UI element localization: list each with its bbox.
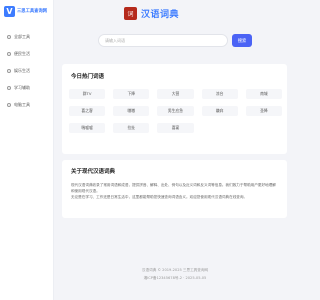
grid-icon xyxy=(7,34,11,39)
search-button[interactable]: 搜索 xyxy=(232,34,252,47)
smile-icon xyxy=(7,68,11,73)
about-card: 关于现代汉语词典 现代汉语词典收录了常用词语和成语，提供拼音、解释、出处、例句以… xyxy=(62,160,287,218)
hot-word-chip[interactable]: 大营 xyxy=(157,89,194,99)
about-description: 现代汉语词典收录了常用词语和成语，提供拼音、解释、出处、例句以及近义词和反义词等… xyxy=(71,182,279,201)
sidebar-item-study[interactable]: 学习辅助 xyxy=(0,79,54,96)
about-paragraph: 无论是在学习、工作还是日常生活中，这里都能帮助您快速查询词语含义。欢迎您使用现代… xyxy=(71,195,248,200)
hot-word-chip[interactable]: 喜宴 xyxy=(157,123,194,133)
site-name: 三思工具查询网 xyxy=(17,9,48,14)
hot-word-chip[interactable]: 下降 xyxy=(113,89,150,99)
footer-record[interactable]: 湘ICP备12345678号-2 · 2025-05-05 xyxy=(100,276,250,281)
page-title-text: 汉语词典 xyxy=(141,9,180,20)
hot-words-title: 今日热门词语 xyxy=(71,74,105,80)
sidebar-item-label: 全部工具 xyxy=(14,33,30,39)
sidebar-item-daily-life[interactable]: 便民生活 xyxy=(0,45,54,62)
hot-word-chip[interactable]: 嫌弃 xyxy=(201,106,238,116)
home-icon xyxy=(7,51,11,56)
about-title: 关于现代汉语词典 xyxy=(71,169,116,175)
sidebar-item-computer-tools[interactable]: 电脑工具 xyxy=(0,96,54,113)
search-input[interactable] xyxy=(98,34,228,47)
book-icon xyxy=(7,85,11,90)
site-logo[interactable]: V 三思工具查询网 xyxy=(4,5,52,17)
page-title: 词 汉语词典 xyxy=(124,6,179,20)
hot-word-chip[interactable]: 拉扯 xyxy=(113,123,150,133)
sidebar-item-label: 便民生活 xyxy=(14,50,30,56)
hot-word-chip[interactable]: 男生应急 xyxy=(157,106,194,116)
hot-word-chip[interactable]: 凉台 xyxy=(201,89,238,99)
sidebar: V 三思工具查询网 全部工具 便民生活 娱乐生活 学习辅助 电脑工具 xyxy=(0,0,54,300)
hot-word-chip[interactable]: 群TV xyxy=(69,89,106,99)
about-paragraph: 现代汉语词典收录了常用词语和成语，提供拼音、解释、出处、例句以及近义词和反义词等… xyxy=(71,183,276,194)
hot-word-chip[interactable]: 喜之客 xyxy=(69,106,106,116)
sidebar-item-label: 学习辅助 xyxy=(14,84,30,90)
sidebar-item-label: 娱乐生活 xyxy=(14,67,30,73)
footer-copyright: 汉语词典 © 2019-2025 三思工具查询网 xyxy=(141,268,209,272)
hot-word-chip[interactable]: 喘嘘嘘 xyxy=(69,123,106,133)
monitor-icon xyxy=(7,102,11,107)
sidebar-item-label: 电脑工具 xyxy=(14,101,30,107)
hot-word-chip[interactable]: 南城 xyxy=(245,89,282,99)
hot-words-grid: 群TV 下降 大营 凉台 南城 喜之客 嗷嗷 男生应急 嫌弃 圣降 喘嘘嘘 拉扯… xyxy=(69,89,282,133)
hot-word-chip[interactable]: 嗷嗷 xyxy=(113,106,150,116)
sidebar-item-entertainment[interactable]: 娱乐生活 xyxy=(0,62,54,79)
sidebar-nav: 全部工具 便民生活 娱乐生活 学习辅助 电脑工具 xyxy=(0,28,54,113)
hot-words-card: 今日热门词语 群TV 下降 大营 凉台 南城 喜之客 嗷嗷 男生应急 嫌弃 圣降… xyxy=(62,64,287,154)
dictionary-seal-icon: 词 xyxy=(124,6,137,20)
hot-word-chip[interactable]: 圣降 xyxy=(245,106,282,116)
sidebar-item-all-tools[interactable]: 全部工具 xyxy=(0,28,54,45)
logo-icon: V xyxy=(4,5,15,17)
